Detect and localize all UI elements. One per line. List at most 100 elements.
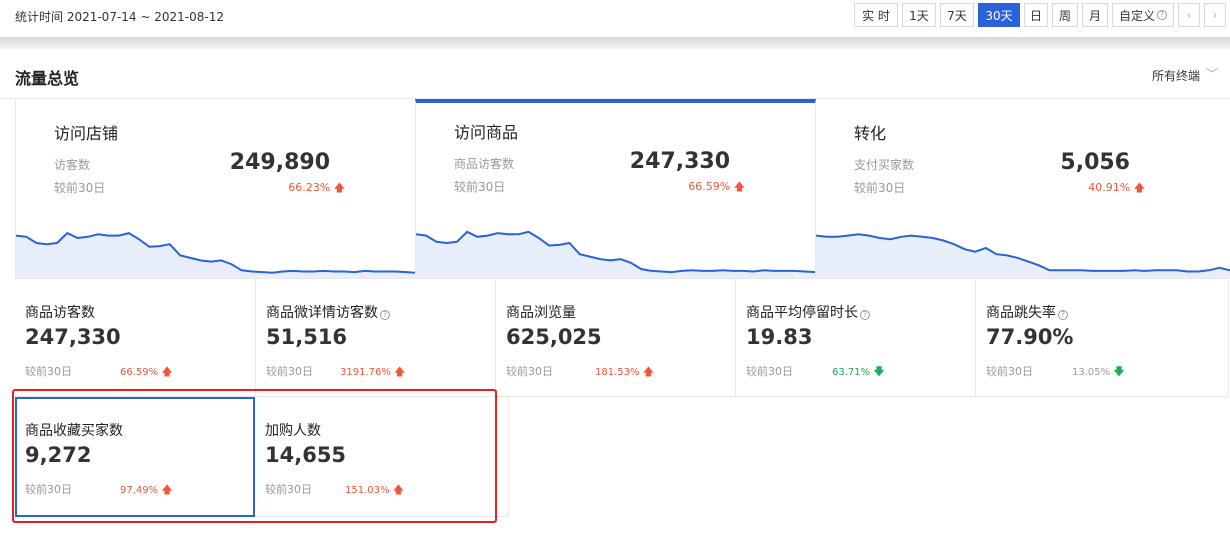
range-1d-button[interactable]: 1天 [902,3,936,27]
chevron-left-icon[interactable]: ‹ [1178,3,1200,27]
metric-compare: 较前30日 [266,365,313,378]
panel-change-value: 40.91% [1088,181,1131,194]
metric-change-value: 63.71% [832,367,871,378]
panel-label: 商品访客数 [454,157,515,171]
stat-time: 统计时间 2021-07-14 ~ 2021-08-12 [15,10,224,24]
sparkline [16,231,416,278]
panel-title: 访问商品 [454,123,519,142]
metric-change: 97.49% 🡅 [120,481,173,500]
metric-avg-stay-time[interactable]: 商品平均停留时长? 19.83 较前30日 63.71% 🡇 [735,279,975,397]
section-header: 流量总览 所有终端 ﹀ [0,49,1230,99]
panel-change: 40.91% 🡅 [1088,179,1145,198]
chevron-right-icon[interactable]: › [1204,3,1226,27]
metric-compare: 较前30日 [506,365,553,378]
metric-add-to-cart[interactable]: 加购人数 14,655 较前30日 151.03% 🡅 [255,397,509,517]
metric-bounce-rate[interactable]: 商品跳失率? 77.90% 较前30日 13.05% 🡇 [975,279,1229,397]
sparkline [416,230,815,278]
metric-change: 63.71% 🡇 [832,363,885,382]
section-title: 流量总览 [15,69,80,88]
range-custom-label: 自定义 [1119,8,1156,23]
metric-change-value: 181.53% [595,367,640,378]
metrics-row: 商品访客数 247,330 较前30日 66.59% 🡅 商品微详情访客数? 5… [15,278,1229,397]
metric-favorite-buyers[interactable]: 商品收藏买家数 9,272 较前30日 97.49% 🡅 [15,397,255,517]
arrow-up-icon: 🡅 [642,365,654,378]
help-icon[interactable]: ? [1058,310,1068,320]
arrow-up-icon: 🡅 [1133,181,1145,194]
range-7d-button[interactable]: 7天 [940,3,974,27]
arrow-down-icon: 🡇 [873,365,885,378]
panel-value: 247,330 [629,149,730,174]
arrow-up-icon: 🡅 [333,181,345,194]
chevron-down-icon[interactable]: ﹀ [1206,65,1218,81]
metric-compare: 较前30日 [986,365,1033,378]
metric-value: 51,516 [266,325,348,349]
metrics-row-2: 商品收藏买家数 9,272 较前30日 97.49% 🡅 加购人数 14,655… [15,397,509,517]
sparkline-area [816,234,1230,278]
help-icon: ? [1157,10,1167,20]
divider [0,37,1230,49]
panel-change-value: 66.59% [688,180,731,193]
metric-value: 625,025 [506,325,602,349]
metric-value: 14,655 [265,443,347,467]
panel-visit-product[interactable]: 访问商品 商品访客数 247,330 较前30日 66.59% 🡅 [415,99,816,278]
arrow-up-icon: 🡅 [161,483,173,496]
metric-title-text: 商品平均停留时长 [746,305,858,321]
panel-visit-store[interactable]: 访问店铺 访客数 249,890 较前30日 66.23% 🡅 [15,100,416,278]
metric-page-views[interactable]: 商品浏览量 625,025 较前30日 181.53% 🡅 [495,279,735,397]
range-day-button[interactable]: 日 [1024,3,1048,27]
panel-title: 转化 [854,124,887,143]
panel-compare: 较前30日 [54,181,106,195]
metric-micro-detail-visitors[interactable]: 商品微详情访客数? 51,516 较前30日 3191.76% 🡅 [255,279,495,397]
panel-label: 支付买家数 [854,158,915,172]
metric-compare: 较前30日 [25,483,72,496]
metric-compare: 较前30日 [25,365,72,378]
metric-title-text: 商品跳失率 [986,305,1056,321]
metric-title-text: 商品微详情访客数 [266,305,378,321]
arrow-up-icon: 🡅 [161,365,173,378]
metric-title: 商品跳失率? [986,302,1068,322]
panel-change: 66.59% 🡅 [688,178,745,197]
metric-value: 247,330 [25,325,121,349]
metric-value: 19.83 [746,325,813,349]
arrow-down-icon: 🡇 [1113,365,1125,378]
metric-compare: 较前30日 [265,483,312,496]
metric-change-value: 97.49% [120,485,159,496]
sparkline [816,233,1230,278]
metric-change: 3191.76% 🡅 [340,363,405,382]
range-buttons: 实 时 1天 7天 30天 日 周 月 自定义? ‹ › [854,3,1226,27]
panel-compare: 较前30日 [454,180,506,194]
metric-change: 66.59% 🡅 [120,363,173,382]
terminal-select[interactable]: 所有终端 [1152,67,1200,84]
metric-title: 商品浏览量 [506,305,576,321]
panel-value: 5,056 [1060,150,1130,175]
range-month-button[interactable]: 月 [1082,3,1108,27]
panel-compare: 较前30日 [854,181,906,195]
panel-conversion[interactable]: 转化 支付买家数 5,056 较前30日 40.91% 🡅 [816,100,1230,278]
metric-change: 13.05% 🡇 [1072,363,1125,382]
panel-label: 访客数 [54,158,91,172]
metric-title: 商品平均停留时长? [746,302,870,322]
metric-change: 151.03% 🡅 [345,481,404,500]
range-realtime-button[interactable]: 实 时 [854,3,898,27]
panel-value: 249,890 [229,150,330,175]
help-icon[interactable]: ? [380,310,390,320]
arrow-up-icon: 🡅 [394,365,406,378]
metric-compare: 较前30日 [746,365,793,378]
range-custom-button[interactable]: 自定义? [1112,3,1174,27]
metric-title: 商品收藏买家数 [25,423,123,439]
metric-title: 商品访客数 [25,305,95,321]
metric-value: 9,272 [25,443,92,467]
metric-change: 181.53% 🡅 [595,363,654,382]
arrow-up-icon: 🡅 [392,483,404,496]
help-icon[interactable]: ? [860,310,870,320]
panel-change: 66.23% 🡅 [288,179,345,198]
metric-title: 商品微详情访客数? [266,302,390,322]
metric-title: 加购人数 [265,423,321,439]
metric-product-visitors[interactable]: 商品访客数 247,330 较前30日 66.59% 🡅 [15,279,255,397]
top-bar: 统计时间 2021-07-14 ~ 2021-08-12 实 时 1天 7天 3… [0,0,1230,36]
panel-change-value: 66.23% [288,181,331,194]
metric-change-value: 13.05% [1072,367,1111,378]
panel-title: 访问店铺 [54,124,119,143]
range-30d-button[interactable]: 30天 [978,3,1020,27]
range-week-button[interactable]: 周 [1052,3,1078,27]
